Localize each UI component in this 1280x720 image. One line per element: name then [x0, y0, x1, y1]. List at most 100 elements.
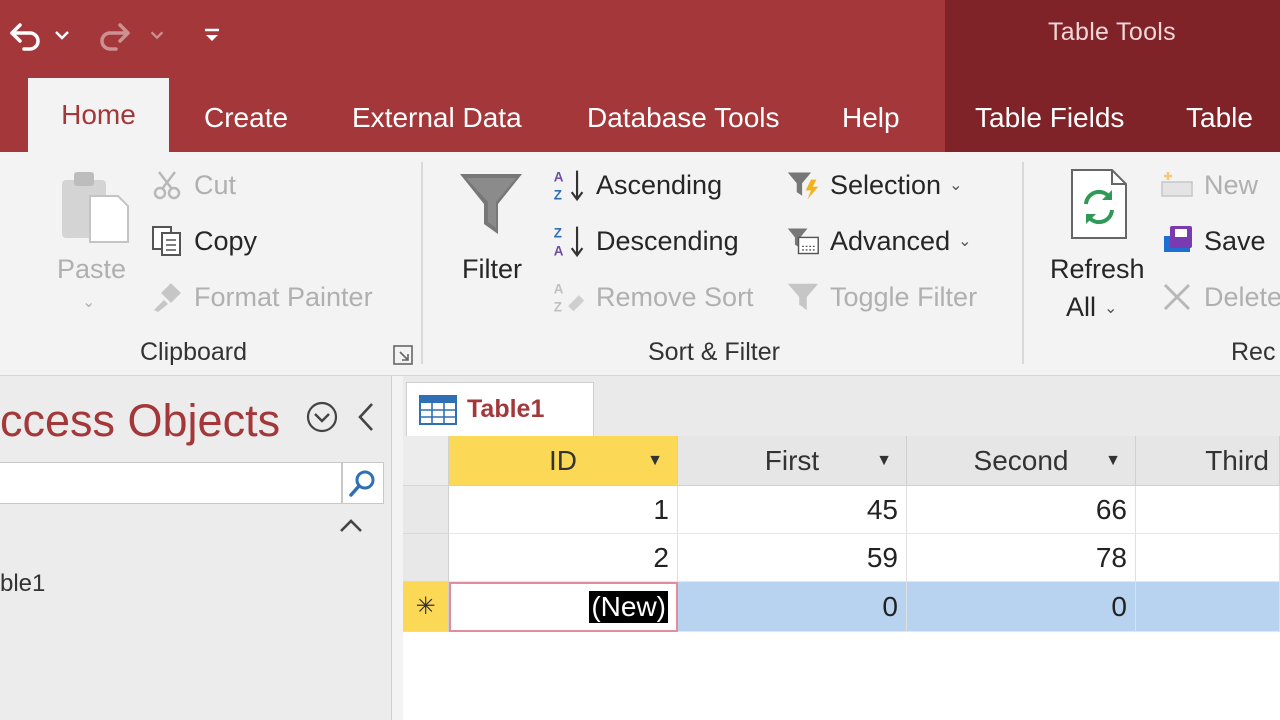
- column-header-label: ID: [549, 444, 577, 476]
- descending-button[interactable]: ZA Descending: [552, 224, 739, 258]
- delete-record-button[interactable]: Delete: [1160, 280, 1280, 314]
- save-icon: [1160, 224, 1194, 258]
- svg-text:A: A: [554, 169, 564, 184]
- paintbrush-icon: [150, 280, 184, 314]
- ascending-label: Ascending: [596, 169, 723, 200]
- record-selector[interactable]: [403, 534, 449, 582]
- nav-search-input[interactable]: [0, 462, 342, 504]
- selection-button[interactable]: Selection ⌄: [786, 168, 962, 202]
- column-header-third[interactable]: Third: [1136, 436, 1280, 486]
- redo-dropdown[interactable]: [148, 14, 166, 56]
- chevron-up-icon: [340, 519, 362, 532]
- table-cell[interactable]: 1: [449, 486, 678, 534]
- tab-table[interactable]: Table: [1186, 84, 1253, 152]
- sort-filter-group-label: Sort & Filter: [648, 338, 780, 366]
- caret-down-icon[interactable]: ▼: [1105, 452, 1121, 470]
- tab-table-fields[interactable]: Table Fields: [975, 84, 1124, 152]
- sort-descending-icon: ZA: [552, 224, 586, 258]
- svg-text:A: A: [554, 243, 564, 258]
- cut-label: Cut: [194, 169, 237, 200]
- tab-external-data[interactable]: External Data: [352, 84, 522, 152]
- table-cell[interactable]: 0: [907, 582, 1136, 632]
- table-cell[interactable]: 78: [907, 534, 1136, 582]
- tab-help[interactable]: Help: [842, 84, 900, 152]
- refresh-label: Refresh: [1050, 254, 1145, 284]
- save-record-button[interactable]: Save: [1160, 224, 1266, 258]
- column-header-first[interactable]: First ▼: [678, 436, 907, 486]
- record-selector[interactable]: [403, 486, 449, 534]
- table-cell[interactable]: [1136, 534, 1280, 582]
- table-cell[interactable]: 59: [678, 534, 907, 582]
- undo-button[interactable]: [4, 14, 44, 56]
- tab-database-tools[interactable]: Database Tools: [587, 84, 780, 152]
- circle-chevron-down-icon: [306, 401, 338, 433]
- redo-button[interactable]: [96, 14, 136, 56]
- nav-pane-title[interactable]: ccess Objects: [0, 395, 280, 447]
- new-record-icon: [1160, 168, 1194, 202]
- table-icon: [419, 394, 457, 425]
- remove-sort-button[interactable]: AZ Remove Sort: [552, 280, 754, 314]
- column-header-label: Second: [973, 444, 1069, 476]
- nav-search-button[interactable]: [342, 462, 384, 504]
- table-cell[interactable]: [1136, 582, 1280, 632]
- chevron-down-icon: ⌄: [958, 233, 972, 250]
- advanced-filter-icon: [786, 224, 820, 258]
- caret-down-icon[interactable]: ▼: [647, 452, 663, 470]
- chevron-down-icon: ⌄: [949, 177, 963, 194]
- column-header-label: Third: [1205, 444, 1269, 476]
- new-record-label: New: [1204, 169, 1259, 200]
- nav-item-table1[interactable]: ble1: [0, 570, 45, 598]
- chevron-down-icon: [150, 31, 164, 40]
- selection-label: Selection: [830, 169, 942, 200]
- scissors-icon: [150, 168, 184, 202]
- column-header-second[interactable]: Second ▼: [907, 436, 1136, 486]
- filter-button[interactable]: [456, 168, 526, 240]
- toggle-filter-icon: [786, 280, 820, 314]
- toggle-filter-label: Toggle Filter: [830, 281, 978, 312]
- paste-icon: [62, 172, 129, 243]
- sort-ascending-icon: AZ: [552, 168, 586, 202]
- undo-dropdown[interactable]: [52, 14, 72, 56]
- toggle-filter-button[interactable]: Toggle Filter: [786, 280, 977, 314]
- delete-icon: [1160, 280, 1194, 314]
- format-painter-button[interactable]: Format Painter: [150, 280, 373, 314]
- svg-text:Z: Z: [554, 225, 562, 240]
- cut-button[interactable]: Cut: [150, 168, 236, 202]
- ascending-button[interactable]: AZ Ascending: [552, 168, 722, 202]
- svg-text:Z: Z: [554, 299, 562, 314]
- filter-label: Filter: [462, 254, 522, 284]
- clipboard-group-label: Clipboard: [140, 338, 248, 366]
- new-record-button[interactable]: New: [1160, 168, 1258, 202]
- copy-button[interactable]: Copy: [150, 224, 257, 258]
- tab-create[interactable]: Create: [204, 84, 288, 152]
- refresh-all-button[interactable]: [1066, 166, 1132, 242]
- refresh-all-label: All: [1066, 292, 1097, 322]
- shutter-bar-close-button[interactable]: [352, 400, 380, 434]
- select-all-cell[interactable]: [403, 436, 449, 486]
- column-header-label: First: [764, 444, 820, 476]
- table-cell[interactable]: 66: [907, 486, 1136, 534]
- collapse-group-button[interactable]: [338, 516, 364, 536]
- paste-button[interactable]: [56, 168, 132, 246]
- group-separator: [1022, 162, 1024, 364]
- document-tab-table1[interactable]: Table1: [406, 382, 594, 436]
- new-record-id-cell[interactable]: (New): [449, 582, 678, 632]
- advanced-button[interactable]: Advanced ⌄: [786, 224, 972, 258]
- clipboard-dialog-launcher[interactable]: [392, 344, 414, 366]
- chevron-down-icon[interactable]: ⌄: [82, 292, 95, 312]
- table-cell[interactable]: 2: [449, 534, 678, 582]
- svg-text:A: A: [554, 281, 564, 296]
- search-icon: [349, 470, 375, 497]
- svg-text:Z: Z: [554, 187, 562, 202]
- format-painter-label: Format Painter: [194, 281, 373, 312]
- tab-home[interactable]: Home: [28, 78, 169, 152]
- table-cell[interactable]: [1136, 486, 1280, 534]
- table-cell[interactable]: 45: [678, 486, 907, 534]
- new-record-selector[interactable]: ✳: [403, 582, 449, 632]
- customize-qat-button[interactable]: [200, 14, 224, 56]
- table-cell[interactable]: 0: [678, 582, 907, 632]
- selection-filter-icon: [786, 168, 820, 202]
- nav-menu-button[interactable]: [305, 400, 339, 434]
- caret-down-icon[interactable]: ▼: [876, 452, 892, 470]
- column-header-id[interactable]: ID ▼: [449, 436, 678, 486]
